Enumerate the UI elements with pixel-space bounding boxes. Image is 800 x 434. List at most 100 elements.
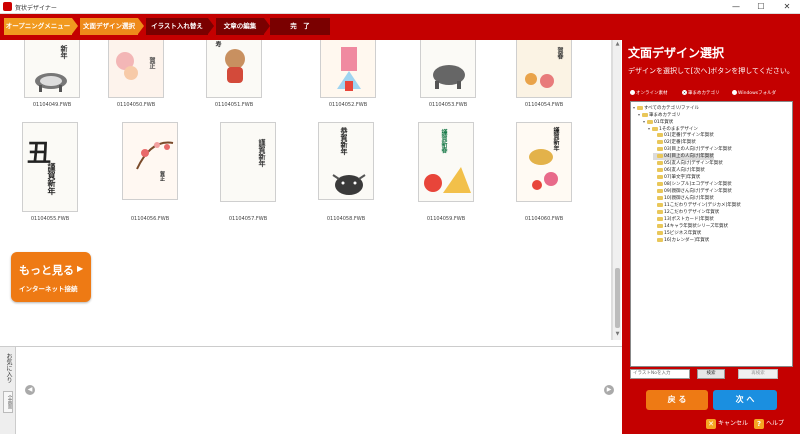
flower-illustration	[116, 52, 138, 80]
more-online-button[interactable]: もっと見る ▶ インターネット接続	[11, 252, 91, 302]
folder-icon	[657, 174, 663, 179]
next-button[interactable]: 次 へ	[713, 390, 777, 410]
design-card[interactable]: 謹賀新年	[220, 122, 276, 202]
more-button-sublabel: インターネット接続	[19, 285, 78, 293]
tree-item[interactable]: ▾ 01年賀状	[643, 118, 673, 125]
folder-icon	[657, 230, 663, 235]
card-caption: 01104050.FWB	[116, 102, 156, 108]
design-card[interactable]: 寿	[206, 40, 262, 98]
tree-item[interactable]: 07[筆文字]年賀状	[653, 174, 700, 181]
card-caption: 01104057.FWB	[228, 216, 268, 222]
design-card[interactable]: 謹賀新年	[516, 122, 572, 202]
close-button[interactable]: ✕	[780, 1, 794, 12]
radio-label: Windowsフォルダ	[738, 91, 777, 96]
tree-item[interactable]: 09[親御さん向け]デザイン年賀状	[653, 188, 732, 195]
tree-item[interactable]: 01[定番]デザイン年賀状	[653, 132, 714, 139]
scroll-up-icon[interactable]: ▲	[614, 41, 621, 48]
folder-icon	[657, 195, 663, 200]
ox-illustration	[35, 73, 67, 92]
cancel-button[interactable]: ✕ キャンセル	[706, 418, 748, 430]
favorites-tab[interactable]: お気に入り 全画面	[0, 347, 16, 434]
window-titlebar: 賀状デザイナー — ☐ ✕	[0, 0, 800, 14]
design-card[interactable]: 恭賀新年	[318, 122, 374, 200]
card-caption: 01104056.FWB	[130, 216, 170, 222]
tree-item-label: 10[親御さん向け]年賀状	[664, 196, 714, 201]
tree-item[interactable]: 04[目上の人向け]年賀状	[653, 153, 714, 160]
step-illust-replace[interactable]: イラスト入れ替え	[146, 18, 208, 35]
tree-item[interactable]: 12こだわりデザイン年賀状	[653, 209, 719, 216]
tree-item[interactable]: 05[友人向け]デザイン年賀状	[653, 160, 723, 167]
tree-item[interactable]: 03[目上の人向け]デザイン年賀状	[653, 146, 732, 153]
tree-item-label: 03[目上の人向け]デザイン年賀状	[664, 147, 732, 152]
card-greeting: 新年	[60, 45, 69, 59]
tree-item[interactable]: 06[友人向け]年賀状	[653, 167, 705, 174]
tree-item[interactable]: 15ビジネス年賀状	[653, 230, 701, 237]
radio-windows-folder[interactable]: Windowsフォルダ	[732, 89, 776, 99]
scroll-down-icon[interactable]: ▼	[614, 331, 621, 338]
tree-item-label: 15ビジネス年賀状	[664, 231, 702, 236]
card-caption: 01104051.FWB	[214, 102, 254, 108]
tree-item[interactable]: 11こだわりデザイン[デジカメ]年賀状	[653, 202, 741, 209]
tree-item[interactable]: ▾ 筆まめカテゴリ	[638, 111, 681, 118]
design-card[interactable]	[420, 40, 476, 98]
folder-icon	[657, 223, 663, 228]
research-button[interactable]: 再検索	[738, 369, 778, 379]
tree-item[interactable]: 02[定番]年賀状	[653, 139, 696, 146]
step-complete[interactable]: 完 了	[270, 18, 330, 35]
prev-arrow-icon[interactable]: ◀	[25, 385, 35, 395]
design-card[interactable]: 賀正	[122, 122, 178, 200]
help-button[interactable]: ? ヘルプ	[754, 418, 784, 430]
step-design-select[interactable]: 文面デザイン選択	[80, 18, 138, 35]
card-caption: 01104053.FWB	[428, 102, 468, 108]
design-card[interactable]: 謹賀新春	[418, 122, 474, 202]
tree-item[interactable]: 16[カレンダー]年賀状	[653, 237, 709, 244]
design-card[interactable]: 賀正	[108, 40, 164, 98]
radio-dot	[630, 90, 635, 95]
fullscreen-toggle[interactable]: 全画面	[3, 391, 13, 413]
design-card[interactable]: 丑 謹賀新年	[22, 122, 78, 212]
maximize-button[interactable]: ☐	[754, 1, 768, 12]
play-arrow-icon: ▶	[77, 264, 84, 273]
tree-item-label: 07[筆文字]年賀状	[664, 175, 701, 180]
card-greeting: 恭賀新年	[340, 127, 349, 155]
design-card[interactable]: 賀春	[516, 40, 572, 98]
category-tree[interactable]: ▾ すべてのカテゴリ/ファイル ▾ 筆まめカテゴリ ▾ 01年賀状 ▾ 1そのままデザイン 01…	[630, 101, 793, 367]
tree-item-label: 11こだわりデザイン[デジカメ]年賀状	[664, 203, 741, 208]
tree-item[interactable]: 08[シンプル]エコデザイン年賀状	[653, 181, 732, 188]
radio-fudemame-category[interactable]: 筆まめカテゴリ	[682, 89, 720, 99]
card-greeting: 謹賀新年	[258, 139, 267, 167]
tree-item-label: 05[友人向け]デザイン年賀状	[664, 161, 723, 166]
design-card[interactable]: 新年	[24, 40, 80, 98]
folder-icon	[657, 139, 663, 144]
tree-item-label: 09[親御さん向け]デザイン年賀状	[664, 189, 732, 194]
illust-no-input[interactable]: イラストNoを入力	[630, 369, 690, 379]
tree-item[interactable]: 10[親御さん向け]年賀状	[653, 195, 714, 202]
folder-icon	[657, 188, 663, 193]
tree-item[interactable]: 14キャラ年賀状シリーズ年賀状	[653, 223, 728, 230]
scrollbar-thumb[interactable]	[615, 268, 620, 328]
folder-icon	[657, 146, 663, 151]
gallery-scrollbar[interactable]: ▲ ▼	[612, 40, 621, 340]
tree-item[interactable]: ▾ 1そのままデザイン	[648, 125, 698, 132]
search-button[interactable]: 検索	[697, 369, 725, 379]
tree-item[interactable]: ▾ すべてのカテゴリ/ファイル	[633, 104, 699, 111]
tree-item[interactable]: 13[ポストカード]年賀状	[653, 216, 714, 223]
back-button[interactable]: 戻 る	[646, 390, 708, 410]
tree-item-label: 14キャラ年賀状シリーズ年賀状	[664, 224, 728, 229]
plum-branch-illustration	[136, 141, 174, 170]
step-text-edit[interactable]: 文章の編集	[216, 18, 264, 35]
folder-icon	[647, 119, 653, 124]
minimize-button[interactable]: —	[729, 1, 743, 12]
folder-icon	[637, 105, 643, 110]
right-panel: 文面デザイン選択 デザインを選択して[次へ]ボタンを押してください。 オンライン…	[622, 40, 800, 434]
step-opening-menu[interactable]: オープニングメニュー	[4, 18, 72, 35]
design-card[interactable]	[320, 40, 376, 98]
card-caption: 01104058.FWB	[326, 216, 366, 222]
next-arrow-icon[interactable]: ▶	[604, 385, 614, 395]
folder-icon	[642, 112, 648, 117]
app-icon	[3, 2, 12, 11]
monkey-illustration	[225, 49, 245, 83]
radio-online[interactable]: オンライン素材	[630, 89, 668, 99]
folder-icon	[657, 153, 663, 158]
card-greeting: 賀正	[148, 57, 155, 69]
